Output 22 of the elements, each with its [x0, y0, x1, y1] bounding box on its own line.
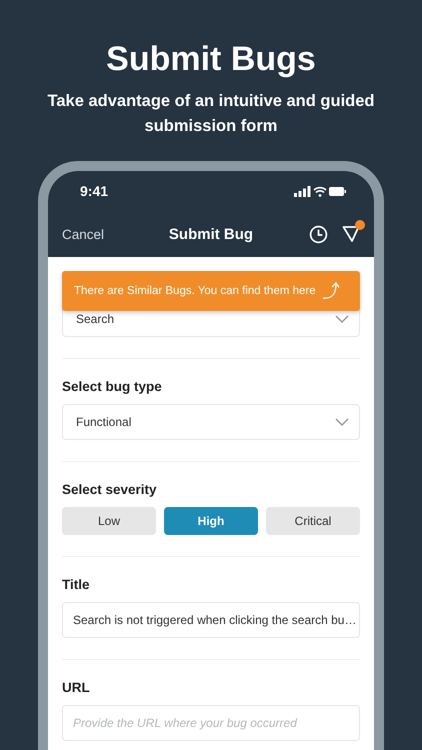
status-time: 9:41 — [80, 183, 108, 199]
field-label: Select bug type — [62, 379, 163, 394]
headline: Submit Bugs — [106, 40, 316, 79]
chevron-down-icon — [335, 418, 349, 426]
severity-option[interactable]: Critical — [266, 507, 360, 535]
subtitle: Take advantage of an intuitive and guided submission form — [46, 91, 376, 137]
clock-icon — [309, 224, 328, 244]
filter-icon — [342, 225, 360, 243]
screen-title: Submit Bug — [168, 226, 254, 242]
text-field[interactable]: Search is not triggered when clicking the search bu… — [62, 602, 360, 638]
field-label: Title — [62, 577, 91, 592]
chevron-down-icon — [335, 315, 349, 323]
history-button[interactable] — [309, 224, 328, 244]
status-icons — [294, 186, 346, 196]
severity-option[interactable]: Low — [62, 507, 156, 535]
severity-option[interactable]: High — [164, 507, 258, 535]
select-field[interactable]: Functional — [62, 404, 360, 440]
cancel-button[interactable]: Cancel — [62, 226, 132, 242]
curved-arrow-icon — [322, 281, 342, 301]
field-label: Select severity — [62, 482, 158, 497]
filter-button[interactable] — [342, 220, 365, 243]
field-label: URL — [62, 680, 91, 695]
